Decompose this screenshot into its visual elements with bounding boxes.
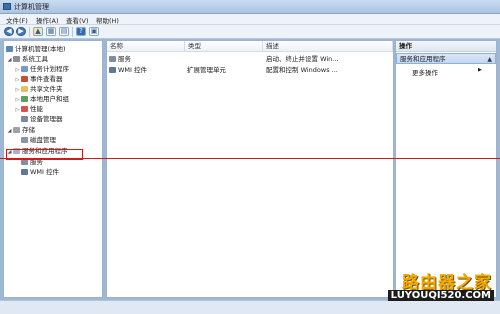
collapse-arrow-icon[interactable]: ▲ <box>487 54 492 65</box>
users-icon <box>21 96 28 102</box>
storage-icon <box>13 127 20 133</box>
tree-root[interactable]: 计算机管理(本地) <box>6 44 66 54</box>
shared-folder-icon <box>21 86 28 92</box>
tree-device-manager[interactable]: 设备管理器 <box>14 114 63 124</box>
menu-action[interactable]: 操作(A) <box>36 15 59 25</box>
tree-local-users[interactable]: ▷ 本地用户和组 <box>14 94 69 104</box>
console-tree-icon[interactable]: ▦ <box>46 27 56 36</box>
tree-event-viewer[interactable]: ▷ 事件查看器 <box>14 74 63 84</box>
menu-file[interactable]: 文件(F) <box>6 15 28 25</box>
back-arrow-icon[interactable]: ◀ <box>4 27 14 36</box>
disk-icon <box>21 137 28 143</box>
tree-performance[interactable]: ▷ 性能 <box>14 104 43 114</box>
actions-selected-label: 服务和应用程序 <box>400 55 446 63</box>
properties-icon[interactable]: ▤ <box>59 27 69 36</box>
toolbar-separator <box>29 27 30 37</box>
list-item[interactable]: 服务 启动、终止并设置 Win... <box>109 54 391 64</box>
device-manager-icon <box>21 116 28 122</box>
row-description: 启动、终止并设置 Win... <box>266 55 339 63</box>
toolbar: ◀ ▶ ▲ ▦ ▤ ? ▣ <box>0 25 500 39</box>
help-icon[interactable]: ? <box>76 27 86 36</box>
tree-task-scheduler[interactable]: ▷ 任务计划程序 <box>14 64 69 74</box>
list-item[interactable]: WMI 控件 扩展管理单元 配置和控制 Windows ... <box>109 65 391 75</box>
up-folder-icon[interactable]: ▲ <box>33 27 43 36</box>
toolbar-separator <box>72 27 73 37</box>
tree-storage[interactable]: ◢ 存储 <box>6 125 35 135</box>
tools-icon <box>13 56 20 62</box>
window-title: 计算机管理 <box>14 3 49 11</box>
tree-disk-management[interactable]: 磁盘管理 <box>14 135 56 145</box>
computer-management-icon <box>3 3 11 10</box>
tree-shared-folders[interactable]: ▷ 共享文件夹 <box>14 84 63 94</box>
event-viewer-icon <box>21 76 28 82</box>
menu-help[interactable]: 帮助(H) <box>96 15 119 25</box>
watermark-url: LUYOUQI520.COM <box>387 290 494 301</box>
task-scheduler-icon <box>21 66 28 72</box>
wmi-icon <box>21 169 28 175</box>
actions-header: 操作 <box>396 41 496 52</box>
status-bar <box>0 300 500 314</box>
wmi-icon <box>109 67 116 73</box>
menu-view[interactable]: 查看(V) <box>66 15 89 25</box>
actions-selected-group[interactable]: 服务和应用程序 ▲ <box>396 53 496 64</box>
submenu-arrow-icon: ▶ <box>478 67 482 73</box>
tree-wmi[interactable]: WMI 控件 <box>14 167 59 177</box>
performance-icon <box>21 106 28 112</box>
show-hide-icon[interactable]: ▣ <box>89 27 99 36</box>
row-type: 扩展管理单元 <box>187 66 226 74</box>
column-header-type[interactable]: 类型 <box>185 41 263 52</box>
tree-system-tools[interactable]: ◢ 系统工具 <box>6 54 48 64</box>
collapse-arrow-icon[interactable]: ◢ <box>6 126 13 136</box>
gear-icon <box>109 56 116 62</box>
row-description: 配置和控制 Windows ... <box>266 66 338 74</box>
forward-arrow-icon[interactable]: ▶ <box>16 27 26 36</box>
computer-icon <box>6 46 13 52</box>
annotation-highlight-box <box>6 149 83 160</box>
column-header-name[interactable]: 名称 <box>107 41 185 52</box>
details-list: 名称 类型 描述 服务 启动、终止并设置 Win... WMI 控件 扩展管理单… <box>106 40 394 298</box>
more-actions-link[interactable]: 更多操作 ▶ <box>412 67 482 77</box>
title-bar: 计算机管理 <box>0 0 500 14</box>
console-tree: 计算机管理(本地) ◢ 系统工具 ▷ 任务计划程序 ▷ 事件查看器 ▷ 共享文件夹 ▷ 本… <box>3 40 103 298</box>
collapse-arrow-icon[interactable]: ◢ <box>6 55 13 65</box>
actions-pane: 操作 服务和应用程序 ▲ 更多操作 ▶ <box>395 40 497 298</box>
more-actions-label: 更多操作 <box>412 69 438 77</box>
menu-bar: 文件(F) 操作(A) 查看(V) 帮助(H) <box>0 14 500 25</box>
column-header-description[interactable]: 描述 <box>263 41 393 52</box>
